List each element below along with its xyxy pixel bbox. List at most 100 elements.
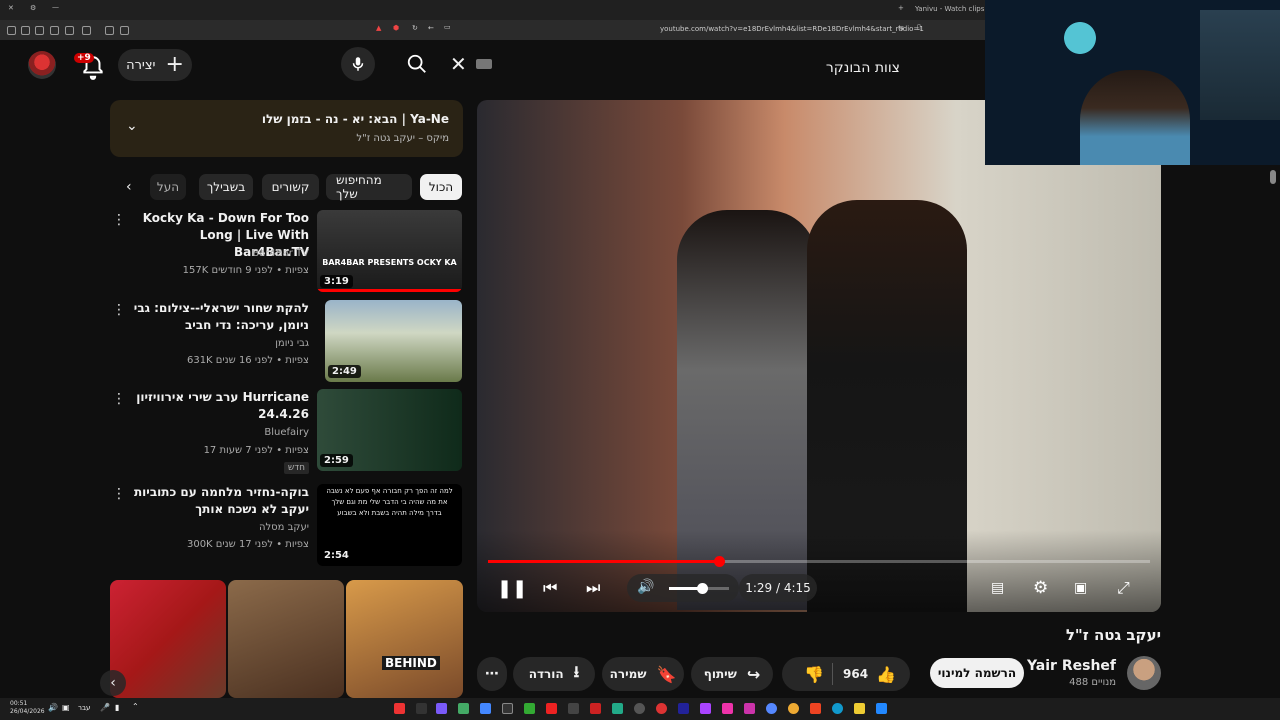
video-thumbnail[interactable]: למה זה הפך רק חבורה אף פעם לא נשבה את מה… <box>317 484 462 566</box>
volume-control[interactable]: 🔊 <box>627 574 739 602</box>
chip-related[interactable]: קשורים <box>262 174 319 200</box>
app-icon[interactable] <box>656 703 667 714</box>
app-icon[interactable] <box>700 703 711 714</box>
mic-icon[interactable]: 🎤 <box>100 703 110 712</box>
edge-icon[interactable] <box>832 703 843 714</box>
close-window-icon[interactable]: ✕ <box>8 4 14 12</box>
settings-icon[interactable]: ⚙ <box>30 4 36 12</box>
chrome-icon[interactable] <box>788 703 799 714</box>
up-next-card[interactable]: ⌄ הבא: יא - נה - בזמן שלו | Ya-Ne מיקס –… <box>110 100 463 157</box>
app-icon[interactable] <box>722 703 733 714</box>
channel-avatar[interactable] <box>1127 656 1161 690</box>
share-button[interactable]: שיתוף ↪ <box>691 657 773 691</box>
fullscreen-icon[interactable]: ⤢ <box>1117 578 1130 598</box>
app-icon[interactable] <box>568 703 579 714</box>
network-icon[interactable]: ▣ <box>62 703 70 712</box>
like-button[interactable]: 964 👍 <box>833 665 896 684</box>
scrubber-handle[interactable] <box>714 556 726 567</box>
more-options-icon[interactable]: ⋮ <box>112 391 126 407</box>
chevron-left-icon[interactable]: ‹ <box>126 179 132 195</box>
tab-icon[interactable] <box>50 26 59 35</box>
previous-icon[interactable]: ⏮ <box>543 578 557 598</box>
back-icon[interactable]: ← <box>428 24 434 32</box>
minimize-icon[interactable]: — <box>52 3 59 11</box>
shield-icon[interactable] <box>21 26 30 35</box>
volume-icon[interactable]: 🔊 <box>637 579 654 595</box>
app-icon[interactable] <box>590 703 601 714</box>
channel-name[interactable]: Bar4Bar TV <box>252 248 309 259</box>
new-tab-icon[interactable]: + <box>898 4 904 12</box>
channel-name[interactable]: Yair Reshef <box>1010 658 1116 674</box>
reload-icon[interactable]: ↻ <box>412 24 418 32</box>
app-icon[interactable] <box>502 703 513 714</box>
battery-icon[interactable]: ▮ <box>115 703 119 712</box>
subtitles-icon[interactable]: ▤ <box>991 580 1004 596</box>
app-icon[interactable] <box>416 703 427 714</box>
windows-start-icon[interactable] <box>876 703 887 714</box>
more-options-icon[interactable]: ⋮ <box>112 486 126 502</box>
create-button[interactable]: יצירה + <box>118 49 192 81</box>
app-icon[interactable] <box>546 703 557 714</box>
more-options-icon[interactable]: ⋮ <box>112 302 126 318</box>
tray-expand-icon[interactable]: ⌃ <box>132 702 139 711</box>
app-icon[interactable] <box>436 703 447 714</box>
brave-shield-icon[interactable]: ⬢ <box>393 24 399 32</box>
account-avatar[interactable] <box>28 51 56 79</box>
brave-icon[interactable] <box>394 703 405 714</box>
speaker-icon[interactable]: 🔊 <box>48 703 58 712</box>
save-button[interactable]: שמירה 🔖 <box>602 657 684 691</box>
settings-icon[interactable]: ⚙ <box>1033 578 1048 598</box>
app-icon[interactable] <box>634 703 645 714</box>
chip-all[interactable]: הכול <box>420 174 462 200</box>
next-icon[interactable]: ⏭ <box>586 578 600 598</box>
more-options-icon[interactable]: ⋮ <box>112 212 126 228</box>
dislike-button[interactable]: 👎 <box>796 665 832 684</box>
url-field[interactable]: youtube.com/watch?v=e18DrEvlmh4&list=RDe… <box>660 25 924 33</box>
list-item[interactable]: ⋮ Kocky Ka - Down For Too Long | Live Wi… <box>110 210 465 294</box>
progress-bar[interactable] <box>488 556 1150 567</box>
bookmark-icon[interactable]: ▯ <box>917 23 921 31</box>
video-title[interactable]: להקת שחור ישראלי--צילום: גבי ניומן, עריכ… <box>129 300 309 334</box>
chip-for-you[interactable]: בשבילך <box>199 174 253 200</box>
volume-handle[interactable] <box>697 583 708 594</box>
clear-search-button[interactable]: ✕ <box>450 52 467 76</box>
app-icon[interactable] <box>480 703 491 714</box>
keyboard-icon[interactable] <box>476 59 492 69</box>
video-title[interactable]: בוקה-נחזיר מלחמה עם כתוביות יעקב לא נשכח… <box>129 484 309 518</box>
chip-more[interactable]: העל <box>150 174 186 200</box>
video-thumbnail[interactable]: BAR4BAR PRESENTS OCKY KA 3:19 <box>317 210 462 292</box>
short-thumbnail[interactable]: BEHIND <box>346 580 463 698</box>
menu-icon[interactable] <box>7 26 16 35</box>
music-icon[interactable] <box>82 26 91 35</box>
list-item[interactable]: ⋮ בוקה-נחזיר מלחמה עם כתוביות יעקב לא נש… <box>110 484 465 568</box>
scrollbar-thumb[interactable] <box>1270 170 1276 184</box>
pause-icon[interactable]: ❚❚ <box>497 578 527 599</box>
screenshot-icon[interactable] <box>105 26 114 35</box>
chevron-down-icon[interactable]: ⌄ <box>126 118 138 134</box>
channel-name[interactable]: יעקב מסלה <box>259 522 309 533</box>
extension-icon[interactable] <box>35 26 44 35</box>
video-player[interactable]: ❚❚ ⏮ ⏭ 🔊 1:29 / 4:15 ▤ ⚙ ▣ ⤢ <box>477 100 1161 612</box>
shorts-prev-button[interactable]: ‹ <box>100 670 126 696</box>
video-title[interactable]: ערב שירי אירוויזיון Hurricane 24.4.26 <box>129 389 309 423</box>
screen-icon[interactable]: ▭ <box>444 23 451 31</box>
search-button[interactable] <box>406 53 428 79</box>
app-icon[interactable] <box>612 703 623 714</box>
folder-icon[interactable] <box>854 703 865 714</box>
video-thumbnail[interactable]: 2:59 <box>317 389 462 471</box>
channel-name[interactable]: Bluefairy <box>264 427 309 438</box>
language-indicator[interactable]: עבר <box>78 704 90 712</box>
app-icon[interactable] <box>524 703 535 714</box>
warning-icon[interactable]: ▲ <box>376 24 381 32</box>
channel-name[interactable]: גבי ניומן <box>275 338 309 349</box>
chip-from-search[interactable]: מהחיפוש שלך <box>326 173 412 201</box>
list-item[interactable]: ⋮ ערב שירי אירוויזיון Hurricane 24.4.26 … <box>110 389 465 474</box>
subscribe-button[interactable]: הרשמה למינוי <box>930 658 1024 688</box>
window-icon[interactable] <box>65 26 74 35</box>
gear-icon[interactable] <box>120 26 129 35</box>
voice-search-button[interactable] <box>341 47 375 81</box>
clock[interactable]: 00:51 26/04/2026 <box>10 700 45 716</box>
app-icon[interactable] <box>766 703 777 714</box>
volume-slider[interactable] <box>669 583 729 594</box>
short-thumbnail[interactable] <box>228 580 344 698</box>
